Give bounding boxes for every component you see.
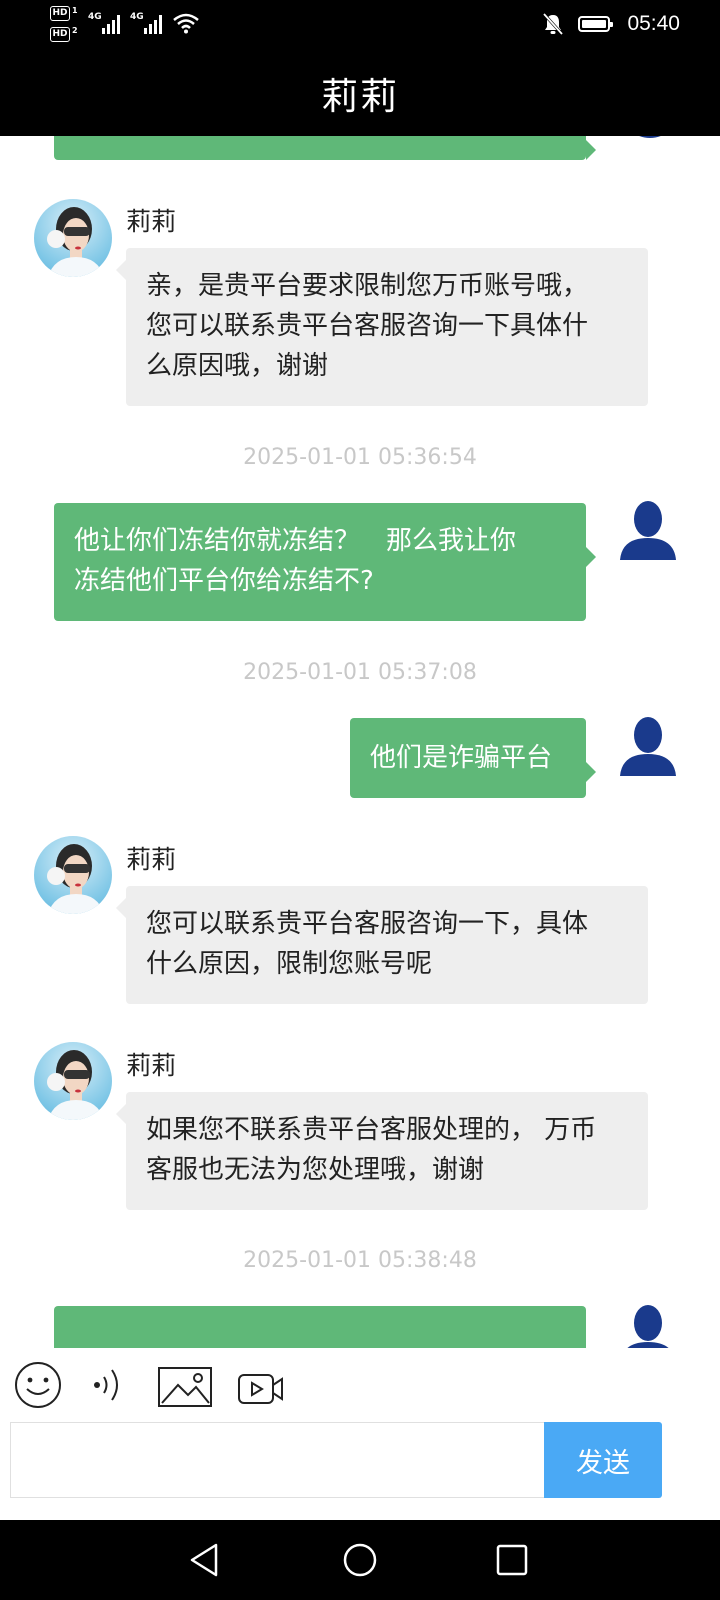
chat-bubble-incoming[interactable]: 亲，是贵平台要求限制您万币账号哦， 您可以联系贵平台客服咨询一下具体什 么原因哦… xyxy=(116,248,648,406)
agent-avatar[interactable] xyxy=(34,1042,112,1120)
message-line: 您可以联系贵平台客服咨询一下，具体 xyxy=(146,909,589,939)
bell-muted-icon xyxy=(542,12,564,36)
agent-avatar-image xyxy=(47,1050,104,1120)
chat-area[interactable]: 莉莉 亲，是贵平台要求限制您万币账号哦， 您可以联系贵平台客服咨询一下具体什 么… xyxy=(0,136,720,1348)
message-timestamp: 2025-01-01 05:36:54 xyxy=(243,445,477,470)
message-line: 他们是诈骗平台 xyxy=(370,743,553,773)
title-bar: 莉莉 xyxy=(0,50,720,136)
message-input[interactable] xyxy=(10,1422,546,1498)
page-title: 莉莉 xyxy=(321,75,399,118)
message-line: 如果您不联系贵平台客服处理的， 万币 xyxy=(146,1115,597,1145)
agent-avatar-image xyxy=(47,844,104,914)
agent-avatar-image xyxy=(47,207,104,277)
network1-label: 4G xyxy=(88,12,102,22)
user-avatar-icon[interactable] xyxy=(618,1304,678,1348)
input-area: 发送 xyxy=(0,1348,720,1520)
user-avatar-icon[interactable] xyxy=(618,716,678,776)
chat-bubble-outgoing[interactable]: 他们是诈骗平台 xyxy=(350,718,596,798)
chat-bubble-outgoing-partial[interactable] xyxy=(54,1306,586,1348)
chat-bubble-outgoing-partial[interactable] xyxy=(54,136,596,160)
chat-bubble-incoming[interactable]: 如果您不联系贵平台客服处理的， 万币 客服也无法为您处理哦，谢谢 xyxy=(116,1092,648,1210)
chat-bubble-outgoing[interactable]: 他让你们冻结你就冻结？ 那么我让你 冻结他们平台你给冻结不? xyxy=(54,503,596,621)
navigation-bar xyxy=(0,1520,720,1600)
message-line: 您可以联系贵平台客服咨询一下具体什 xyxy=(146,311,589,341)
sim2-hd-badge: HD xyxy=(50,27,70,42)
message-line: 冻结他们平台你给冻结不? xyxy=(74,566,374,596)
back-icon[interactable] xyxy=(188,1542,220,1578)
sender-name: 莉莉 xyxy=(126,1051,177,1080)
agent-avatar[interactable] xyxy=(34,199,112,277)
home-icon[interactable] xyxy=(342,1542,378,1578)
status-bar: HD 1 HD 2 4G 4G 05:40 xyxy=(0,0,720,50)
status-time: 05:40 xyxy=(627,12,680,35)
message-timestamp: 2025-01-01 05:38:48 xyxy=(243,1248,477,1273)
voice-icon[interactable] xyxy=(92,1360,126,1410)
agent-avatar[interactable] xyxy=(34,836,112,914)
battery-icon xyxy=(578,16,613,32)
message-line: 什么原因，限制您账号呢 xyxy=(146,949,433,979)
sender-name: 莉莉 xyxy=(126,845,177,874)
status-right: 05:40 xyxy=(440,10,680,40)
wifi-icon xyxy=(173,13,199,34)
user-avatar-partial xyxy=(620,136,680,138)
sim-indicators: HD 1 HD 2 xyxy=(50,6,84,48)
sender-name: 莉莉 xyxy=(126,207,177,236)
signal-1-icon: 4G xyxy=(88,12,124,34)
user-avatar-icon[interactable] xyxy=(618,500,678,560)
signal-2-icon: 4G xyxy=(130,12,166,34)
message-line: 么原因哦，谢谢 xyxy=(146,351,329,381)
message-timestamp: 2025-01-01 05:37:08 xyxy=(243,660,477,685)
chat-bubble-incoming[interactable]: 您可以联系贵平台客服咨询一下，具体 什么原因，限制您账号呢 xyxy=(116,886,648,1004)
message-line: 亲，是贵平台要求限制您万币账号哦， xyxy=(146,271,589,301)
network2-label: 4G xyxy=(130,12,144,22)
emoji-icon[interactable] xyxy=(14,1360,62,1410)
send-button[interactable]: 发送 xyxy=(544,1422,662,1498)
sim2-index: 2 xyxy=(72,26,78,35)
recents-icon[interactable] xyxy=(496,1544,528,1576)
message-line: 客服也无法为您处理哦，谢谢 xyxy=(146,1155,485,1185)
video-icon[interactable] xyxy=(238,1364,284,1414)
sim1-index: 1 xyxy=(72,6,78,15)
image-icon[interactable] xyxy=(158,1362,212,1412)
message-line: 他让你们冻结你就冻结？ 那么我让你 xyxy=(74,526,517,556)
sim1-hd-badge: HD xyxy=(50,6,70,21)
